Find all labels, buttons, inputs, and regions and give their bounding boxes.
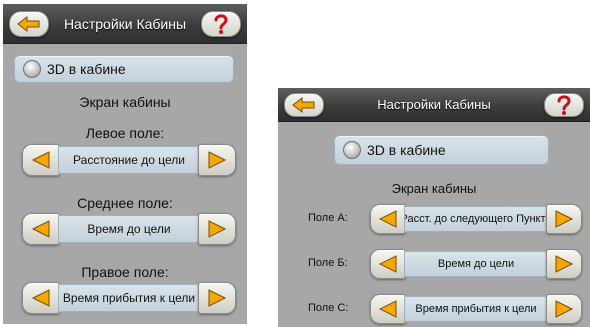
field-b-next-button[interactable] xyxy=(546,249,582,279)
radio-toggle-icon xyxy=(343,141,361,159)
radio-toggle-icon xyxy=(23,60,41,78)
back-button[interactable] xyxy=(9,10,49,37)
left-triangle-icon xyxy=(31,220,50,238)
middle-field-label: Среднее поле: xyxy=(77,195,173,211)
field-b-label: Поле Б: xyxy=(308,257,348,269)
left-field-selector: Расстояние до цели xyxy=(22,144,236,176)
field-b-prev-button[interactable] xyxy=(370,249,406,279)
left-triangle-icon xyxy=(31,151,50,169)
left-field-prev-button[interactable] xyxy=(22,144,60,176)
cockpit-screen-heading: Экран кабины xyxy=(79,94,171,110)
title-bar: Настройки Кабины xyxy=(3,4,247,44)
field-a-prev-button[interactable] xyxy=(370,204,406,234)
left-field-label: Левое поле: xyxy=(85,125,165,141)
title-bar: Настройки Кабины xyxy=(278,88,590,122)
left-field-value: Расстояние до цели xyxy=(58,146,200,174)
back-arrow-icon xyxy=(17,15,40,32)
right-field-value: Время прибытия к цели xyxy=(58,284,200,312)
left-triangle-icon xyxy=(378,210,397,228)
right-triangle-icon xyxy=(555,210,574,228)
field-a-value: Расст. до следующего Пункта xyxy=(404,206,548,232)
right-triangle-icon xyxy=(208,289,227,307)
right-field-next-button[interactable] xyxy=(198,282,236,314)
right-triangle-icon xyxy=(208,151,227,169)
left-triangle-icon xyxy=(378,255,397,273)
back-button[interactable] xyxy=(284,92,324,117)
cockpit-3d-toggle[interactable]: 3D в кабине xyxy=(14,55,234,83)
middle-field-value: Время до цели xyxy=(58,215,200,243)
left-field-next-button[interactable] xyxy=(198,144,236,176)
field-a-label: Поле А: xyxy=(308,212,348,224)
field-a-selector: Расст. до следующего Пункта xyxy=(370,204,582,234)
cockpit-3d-label: 3D в кабине xyxy=(367,142,446,158)
cockpit-screen-heading: Экран кабины xyxy=(391,181,477,196)
field-b-value: Время до цели xyxy=(404,251,548,277)
field-a-next-button[interactable] xyxy=(546,204,582,234)
cabin-settings-screen-right: Настройки Кабины 3D в кабине Экран кабин… xyxy=(278,88,590,327)
middle-field-next-button[interactable] xyxy=(198,213,236,245)
right-field-label: Правое поле: xyxy=(81,264,169,280)
right-field-prev-button[interactable] xyxy=(22,282,60,314)
field-c-prev-button[interactable] xyxy=(370,294,406,324)
field-b-selector: Время до цели xyxy=(370,249,582,279)
question-mark-icon xyxy=(214,13,228,34)
cockpit-3d-toggle[interactable]: 3D в кабине xyxy=(334,135,549,165)
field-c-label: Поле С: xyxy=(308,302,349,314)
right-triangle-icon xyxy=(555,255,574,273)
left-triangle-icon xyxy=(31,289,50,307)
help-button[interactable] xyxy=(544,92,584,117)
field-c-selector: Время прибытия к цели xyxy=(370,294,582,324)
middle-field-selector: Время до цели xyxy=(22,213,236,245)
cabin-settings-screen-left: Настройки Кабины 3D в кабине Экран кабин… xyxy=(3,4,247,324)
question-mark-icon xyxy=(557,94,571,115)
right-field-selector: Время прибытия к цели xyxy=(22,282,236,314)
back-arrow-icon xyxy=(292,96,315,113)
help-button[interactable] xyxy=(201,10,241,37)
field-c-value: Время прибытия к цели xyxy=(404,296,548,322)
cockpit-3d-label: 3D в кабине xyxy=(47,61,126,77)
middle-field-prev-button[interactable] xyxy=(22,213,60,245)
right-triangle-icon xyxy=(208,220,227,238)
left-triangle-icon xyxy=(378,300,397,318)
right-triangle-icon xyxy=(555,300,574,318)
field-c-next-button[interactable] xyxy=(546,294,582,324)
